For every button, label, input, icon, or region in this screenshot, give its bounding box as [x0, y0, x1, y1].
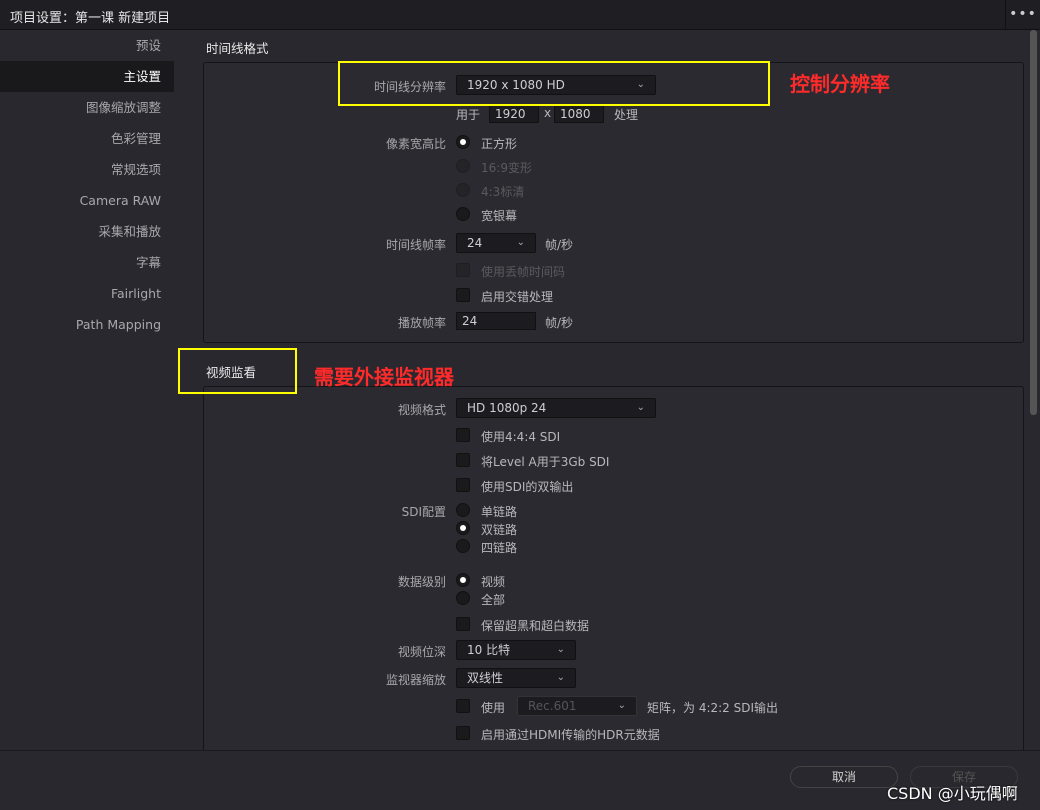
- option-quad-link: 四链路: [481, 541, 518, 555]
- chevron-down-icon: ⌄: [636, 402, 645, 413]
- sidebar-item-general-options[interactable]: 常规选项: [0, 154, 174, 185]
- sidebar-item-path-mapping[interactable]: Path Mapping: [0, 309, 174, 340]
- timeline-fps-dropdown[interactable]: 24 ⌄: [456, 233, 536, 253]
- bit-depth-value: 10 比特: [467, 643, 511, 657]
- matrix-dropdown[interactable]: Rec.601 ⌄: [517, 696, 637, 716]
- bit-depth-dropdown[interactable]: 10 比特 ⌄: [456, 640, 576, 660]
- watermark: CSDN @小玩偶啊: [887, 784, 1018, 803]
- bit-depth-label: 视频位深: [397, 645, 446, 659]
- width-input[interactable]: 1920: [489, 105, 539, 123]
- option-dual-link: 双链路: [481, 523, 518, 537]
- radio-cinemascope[interactable]: [456, 207, 470, 221]
- annotation-text-monitoring: 需要外接监视器: [314, 365, 454, 389]
- monitor-scaling-label: 监视器缩放: [385, 673, 446, 687]
- option-4-3: 4:3标清: [481, 185, 525, 199]
- dual-output-checkbox[interactable]: [456, 478, 470, 492]
- data-levels-label: 数据级别: [397, 575, 446, 589]
- sidebar-item-color-management[interactable]: 色彩管理: [0, 123, 174, 154]
- levelA-label: 将Level A用于3Gb SDI: [481, 455, 610, 469]
- matrix-checkbox[interactable]: [456, 699, 470, 713]
- matrix-suffix: 矩阵，为 4:2:2 SDI输出: [647, 701, 779, 715]
- dual-output-label: 使用SDI的双输出: [481, 480, 574, 494]
- chevron-down-icon: ⌄: [556, 644, 565, 655]
- scrollbar[interactable]: [1030, 30, 1037, 415]
- hdr-label: 启用通过HDMI传输的HDR元数据: [481, 728, 660, 742]
- matrix-value: Rec.601: [528, 699, 577, 713]
- sidebar-item-subtitles[interactable]: 字幕: [0, 247, 174, 278]
- monitor-scaling-dropdown[interactable]: 双线性 ⌄: [456, 668, 576, 688]
- annotation-text-resolution: 控制分辨率: [790, 72, 890, 96]
- playback-fps-unit: 帧/秒: [545, 316, 574, 330]
- for-label: 用于: [456, 108, 481, 122]
- sidebar-item-fairlight[interactable]: Fairlight: [0, 278, 174, 309]
- x-label: x: [544, 106, 552, 120]
- video-format-label: 视频格式: [397, 403, 446, 417]
- chevron-down-icon: ⌄: [516, 237, 525, 248]
- radio-full-levels[interactable]: [456, 591, 470, 605]
- option-full-levels: 全部: [481, 593, 506, 607]
- dropframe-label: 使用丢帧时间码: [481, 265, 566, 279]
- height-input[interactable]: 1080: [554, 105, 604, 123]
- chevron-down-icon: ⌄: [556, 672, 565, 683]
- monitor-scaling-value: 双线性: [467, 671, 504, 685]
- radio-video-levels[interactable]: [456, 573, 470, 587]
- playback-fps-label: 播放帧率: [397, 316, 446, 330]
- fps-unit: 帧/秒: [545, 238, 574, 252]
- chevron-down-icon: ⌄: [617, 700, 626, 711]
- sidebar-item-capture-playback[interactable]: 采集和播放: [0, 216, 174, 247]
- interlace-checkbox[interactable]: [456, 288, 470, 302]
- window-title: 项目设置：第一课 新建项目: [10, 11, 171, 26]
- radio-quad-link[interactable]: [456, 539, 470, 553]
- sidebar-item-camera-raw[interactable]: Camera RAW: [0, 185, 174, 216]
- video-format-dropdown[interactable]: HD 1080p 24 ⌄: [456, 398, 656, 418]
- interlace-label: 启用交错处理: [481, 290, 554, 304]
- more-menu-icon[interactable]: •••: [1005, 0, 1040, 30]
- annotation-box-resolution: [338, 61, 770, 106]
- option-16-9: 16:9变形: [481, 161, 532, 175]
- sidebar-item-presets[interactable]: 预设: [0, 30, 174, 61]
- radio-square[interactable]: [456, 135, 470, 149]
- playback-fps-input[interactable]: 24: [456, 312, 536, 330]
- timeline-fps-label: 时间线帧率: [385, 238, 446, 252]
- retain-label: 保留超黑和超白数据: [481, 619, 590, 633]
- c444-checkbox[interactable]: [456, 428, 470, 442]
- option-single-link: 单链路: [481, 505, 518, 519]
- pixel-aspect-label: 像素宽高比: [385, 137, 446, 151]
- annotation-box-monitoring: [178, 348, 297, 394]
- cancel-button[interactable]: 取消: [790, 766, 898, 788]
- sdi-config-label: SDI配置: [401, 505, 446, 519]
- section-header-timeline-format: 时间线格式: [206, 41, 269, 56]
- option-video-levels: 视频: [481, 575, 506, 589]
- levelA-checkbox[interactable]: [456, 453, 470, 467]
- video-format-value: HD 1080p 24: [467, 401, 547, 415]
- radio-dual-link[interactable]: [456, 521, 470, 535]
- fps-value: 24: [467, 236, 483, 250]
- hdr-checkbox[interactable]: [456, 726, 470, 740]
- option-cinemascope: 宽银幕: [481, 209, 518, 223]
- radio-4-3[interactable]: [456, 183, 470, 197]
- sidebar-item-image-scaling[interactable]: 图像缩放调整: [0, 92, 174, 123]
- radio-single-link[interactable]: [456, 503, 470, 517]
- option-square: 正方形: [481, 137, 518, 151]
- sidebar-item-master-settings[interactable]: 主设置: [0, 61, 174, 92]
- use-label: 使用: [481, 701, 506, 715]
- process-label: 处理: [614, 108, 639, 122]
- dropframe-checkbox[interactable]: [456, 263, 470, 277]
- radio-16-9[interactable]: [456, 159, 470, 173]
- retain-checkbox[interactable]: [456, 617, 470, 631]
- c444-label: 使用4:4:4 SDI: [481, 430, 561, 444]
